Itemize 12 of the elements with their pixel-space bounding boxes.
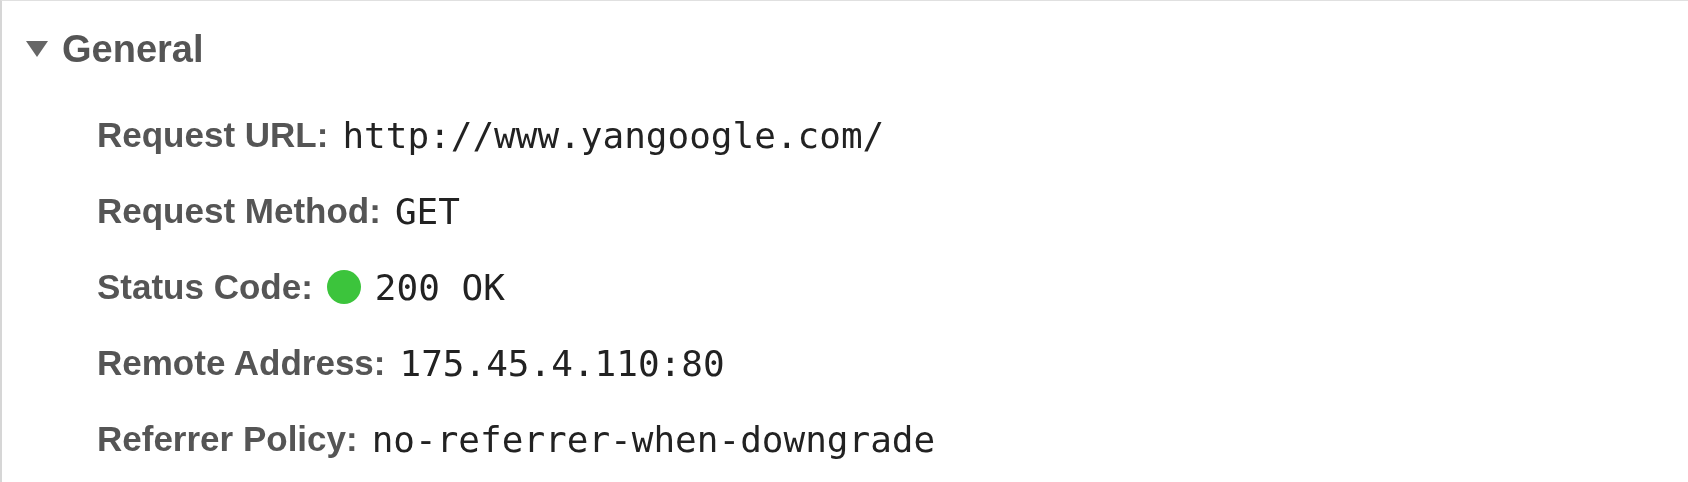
header-value: http://www.yangoogle.com/ (342, 114, 885, 156)
header-name: Remote Address: (97, 343, 386, 383)
section-header[interactable]: General (2, 1, 1688, 97)
header-name: Request URL: (97, 115, 329, 155)
section-title: General (62, 27, 204, 71)
header-name: Referrer Policy: (97, 419, 358, 459)
header-value: GET (394, 190, 460, 232)
header-value: 175.45.4.110:80 (399, 342, 725, 384)
header-value: no-referrer-when-downgrade (371, 418, 936, 460)
header-value: 200 OK (374, 266, 505, 308)
header-name: Status Code: (97, 267, 313, 307)
header-name: Request Method: (97, 191, 381, 231)
